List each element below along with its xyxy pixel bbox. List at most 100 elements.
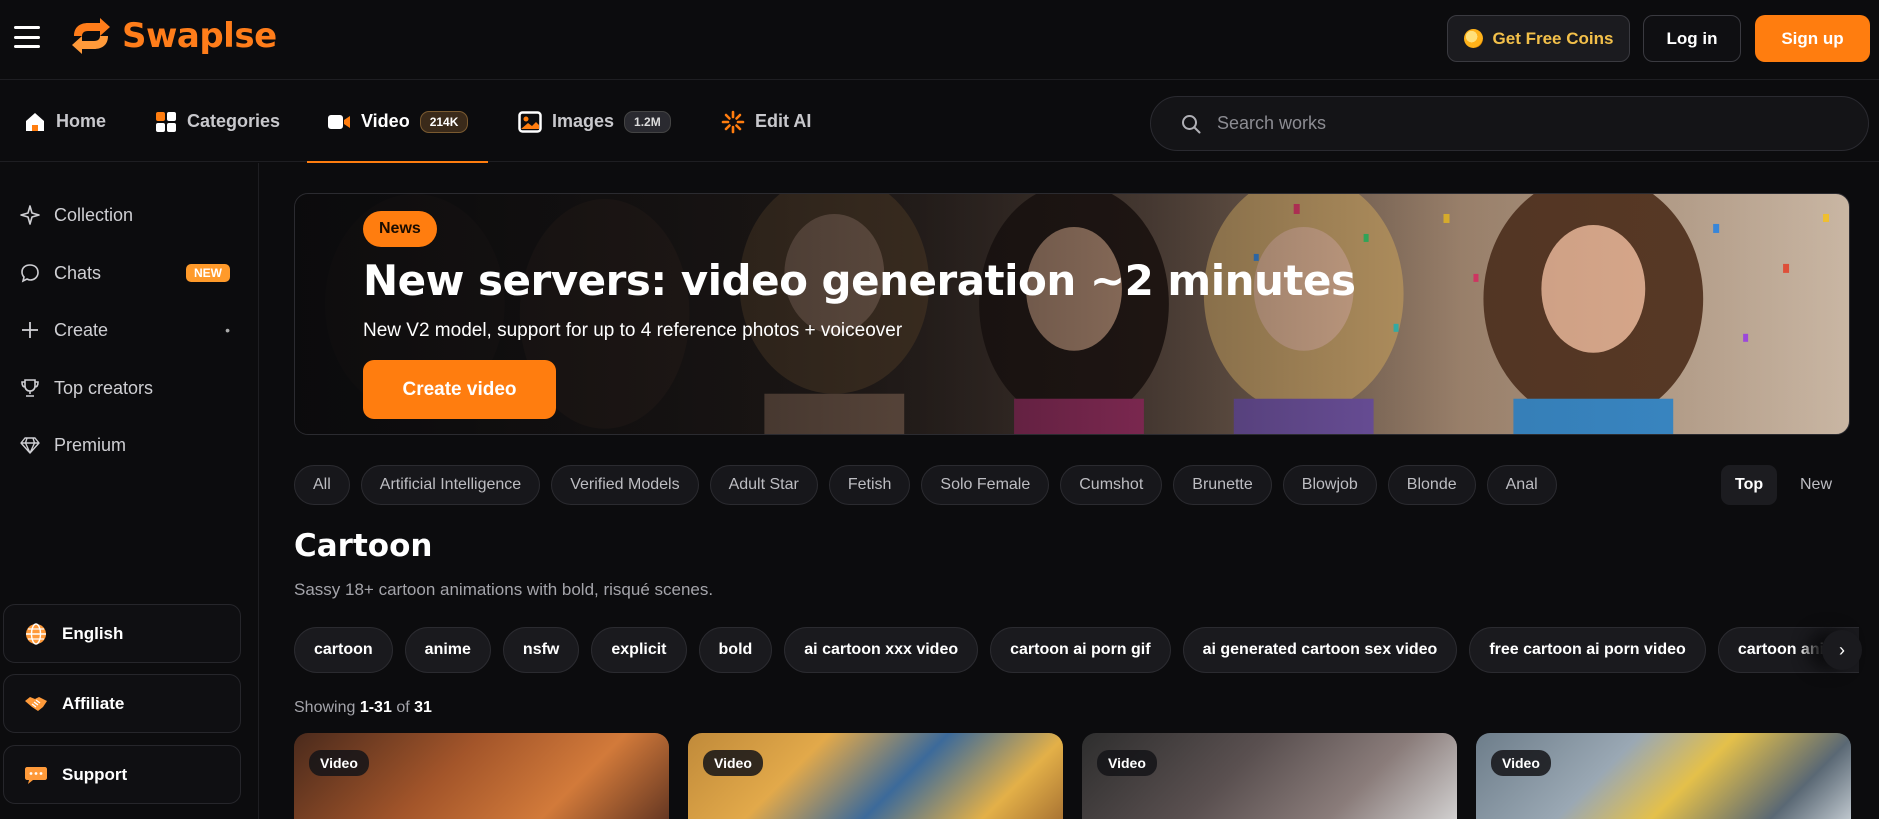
video-card[interactable]: Video	[1476, 733, 1851, 819]
tag-chip[interactable]: ai cartoon xxx video	[784, 627, 979, 673]
video-card[interactable]: Video	[688, 733, 1063, 819]
nav-edit-ai-label: Edit AI	[755, 111, 812, 131]
sidebar-item-top-creators[interactable]: Top creators	[20, 373, 230, 403]
nav-home-label: Home	[56, 111, 107, 131]
nav-edit-ai[interactable]: Edit AI	[721, 81, 811, 162]
tags-scroll-right-icon[interactable]: ›	[1822, 630, 1862, 670]
nav-categories-label: Categories	[187, 111, 281, 131]
expand-dot-icon: •	[225, 322, 230, 338]
image-icon	[518, 110, 542, 133]
news-banner[interactable]: News New servers: video generation ~2 mi…	[294, 193, 1850, 435]
tag-chip[interactable]: free cartoon ai porn video	[1469, 627, 1706, 673]
handshake-icon	[25, 696, 47, 711]
tag-chip[interactable]: bold	[698, 627, 773, 673]
language-selector[interactable]: English	[3, 604, 241, 663]
filter-chip[interactable]: Cumshot	[1060, 465, 1163, 505]
sidebar-item-chats[interactable]: Chats NEW	[20, 258, 230, 288]
affiliate-label: Affiliate	[62, 693, 125, 713]
filter-chip[interactable]: Artificial Intelligence	[360, 465, 541, 505]
filter-chip[interactable]: Brunette	[1173, 465, 1272, 505]
sidebar-item-collection[interactable]: Collection	[20, 200, 230, 230]
nav-home[interactable]: Home	[24, 81, 106, 162]
showing-total: 31	[414, 699, 432, 716]
filter-chip[interactable]: Solo Female	[921, 465, 1050, 505]
login-button[interactable]: Log in	[1643, 15, 1741, 62]
showing-prefix: Showing	[294, 699, 356, 716]
tag-chip[interactable]: nsfw	[502, 627, 580, 673]
filter-chip[interactable]: Anal	[1486, 465, 1557, 505]
category-filter-chips: All Artificial Intelligence Verified Mod…	[294, 465, 1557, 505]
video-badge: Video	[703, 750, 763, 776]
filter-chip[interactable]: Verified Models	[551, 465, 699, 505]
tag-chip[interactable]: cartoon	[294, 627, 393, 673]
hamburger-menu-icon[interactable]	[14, 26, 40, 48]
nav-video-count-badge: 214K	[419, 110, 469, 133]
coin-icon	[1463, 29, 1483, 48]
video-badge: Video	[1491, 750, 1551, 776]
tag-chip[interactable]: anime	[404, 627, 491, 673]
filter-chip[interactable]: Blonde	[1387, 465, 1476, 505]
support-label: Support	[62, 764, 128, 784]
nav-images-label: Images	[552, 111, 615, 131]
globe-icon	[26, 622, 46, 645]
chat-bubble-icon	[21, 264, 39, 283]
video-badge: Video	[1097, 750, 1157, 776]
filter-chip[interactable]: Blowjob	[1282, 465, 1377, 505]
trophy-icon	[21, 379, 39, 397]
signup-button[interactable]: Sign up	[1755, 15, 1870, 62]
video-card[interactable]: Video	[1082, 733, 1457, 819]
create-video-button[interactable]: Create video	[363, 360, 556, 419]
language-label: English	[62, 623, 124, 643]
section-title: Cartoon	[294, 528, 433, 564]
search-icon	[1182, 114, 1201, 133]
banner-title: New servers: video generation ~2 minutes	[363, 256, 1356, 305]
section-description: Sassy 18+ cartoon animations with bold, …	[294, 580, 714, 599]
tag-chip[interactable]: explicit	[591, 627, 687, 673]
diamond-icon	[20, 437, 40, 454]
affiliate-button[interactable]: Affiliate	[3, 674, 241, 733]
get-free-coins-label: Get Free Coins	[1492, 28, 1614, 48]
sparkle-icon	[20, 205, 40, 225]
support-button[interactable]: Support	[3, 745, 241, 804]
nav-video[interactable]: Video 214K	[306, 81, 489, 163]
get-free-coins-button[interactable]: Get Free Coins	[1447, 15, 1630, 62]
banner-subtitle: New V2 model, support for up to 4 refere…	[363, 320, 903, 341]
tag-chip[interactable]: ai generated cartoon sex video	[1182, 627, 1458, 673]
plus-icon	[22, 322, 38, 338]
logo-text: Swaplse	[122, 16, 277, 56]
sort-new-tab[interactable]: New	[1786, 465, 1846, 505]
new-badge: NEW	[186, 264, 230, 282]
sidebar-item-label: Create	[54, 319, 109, 340]
video-card[interactable]: Video	[294, 733, 669, 819]
sidebar: Collection Chats NEW Create • Top creato…	[0, 163, 259, 819]
spinner-icon	[721, 110, 745, 133]
video-camera-icon	[328, 114, 350, 129]
tag-list: cartoon anime nsfw explicit bold ai cart…	[294, 627, 1859, 673]
top-header: Swaplse Get Free Coins Log in Sign up	[0, 0, 1879, 80]
results-count: Showing 1-31 of 31	[294, 699, 432, 717]
search-input[interactable]	[1217, 113, 1817, 134]
sort-top-tab[interactable]: Top	[1721, 465, 1778, 505]
video-badge: Video	[309, 750, 369, 776]
swap-arrows-logo-icon	[72, 18, 110, 54]
sidebar-item-label: Premium	[54, 434, 127, 455]
filter-chip[interactable]: All	[294, 465, 350, 505]
sidebar-item-label: Chats	[54, 262, 102, 283]
main-nav: Home Categories Video 214K Images 1.2M E…	[0, 81, 1879, 163]
logo[interactable]: Swaplse	[68, 16, 277, 56]
showing-of: of	[396, 699, 410, 716]
sidebar-item-create[interactable]: Create •	[20, 315, 230, 345]
nav-images[interactable]: Images 1.2M	[518, 81, 671, 162]
sidebar-item-label: Collection	[54, 204, 134, 225]
search-bar[interactable]	[1150, 96, 1869, 151]
filter-chip[interactable]: Fetish	[828, 465, 911, 505]
sidebar-item-premium[interactable]: Premium	[20, 430, 230, 460]
news-pill: News	[363, 211, 437, 247]
nav-images-count-badge: 1.2M	[624, 110, 671, 133]
filter-chip[interactable]: Adult Star	[709, 465, 818, 505]
tag-chip[interactable]: cartoon ai porn gif	[990, 627, 1171, 673]
home-icon	[26, 112, 44, 131]
support-bubble-icon	[25, 766, 47, 784]
showing-range: 1-31	[359, 699, 392, 716]
nav-categories[interactable]: Categories	[155, 81, 280, 162]
